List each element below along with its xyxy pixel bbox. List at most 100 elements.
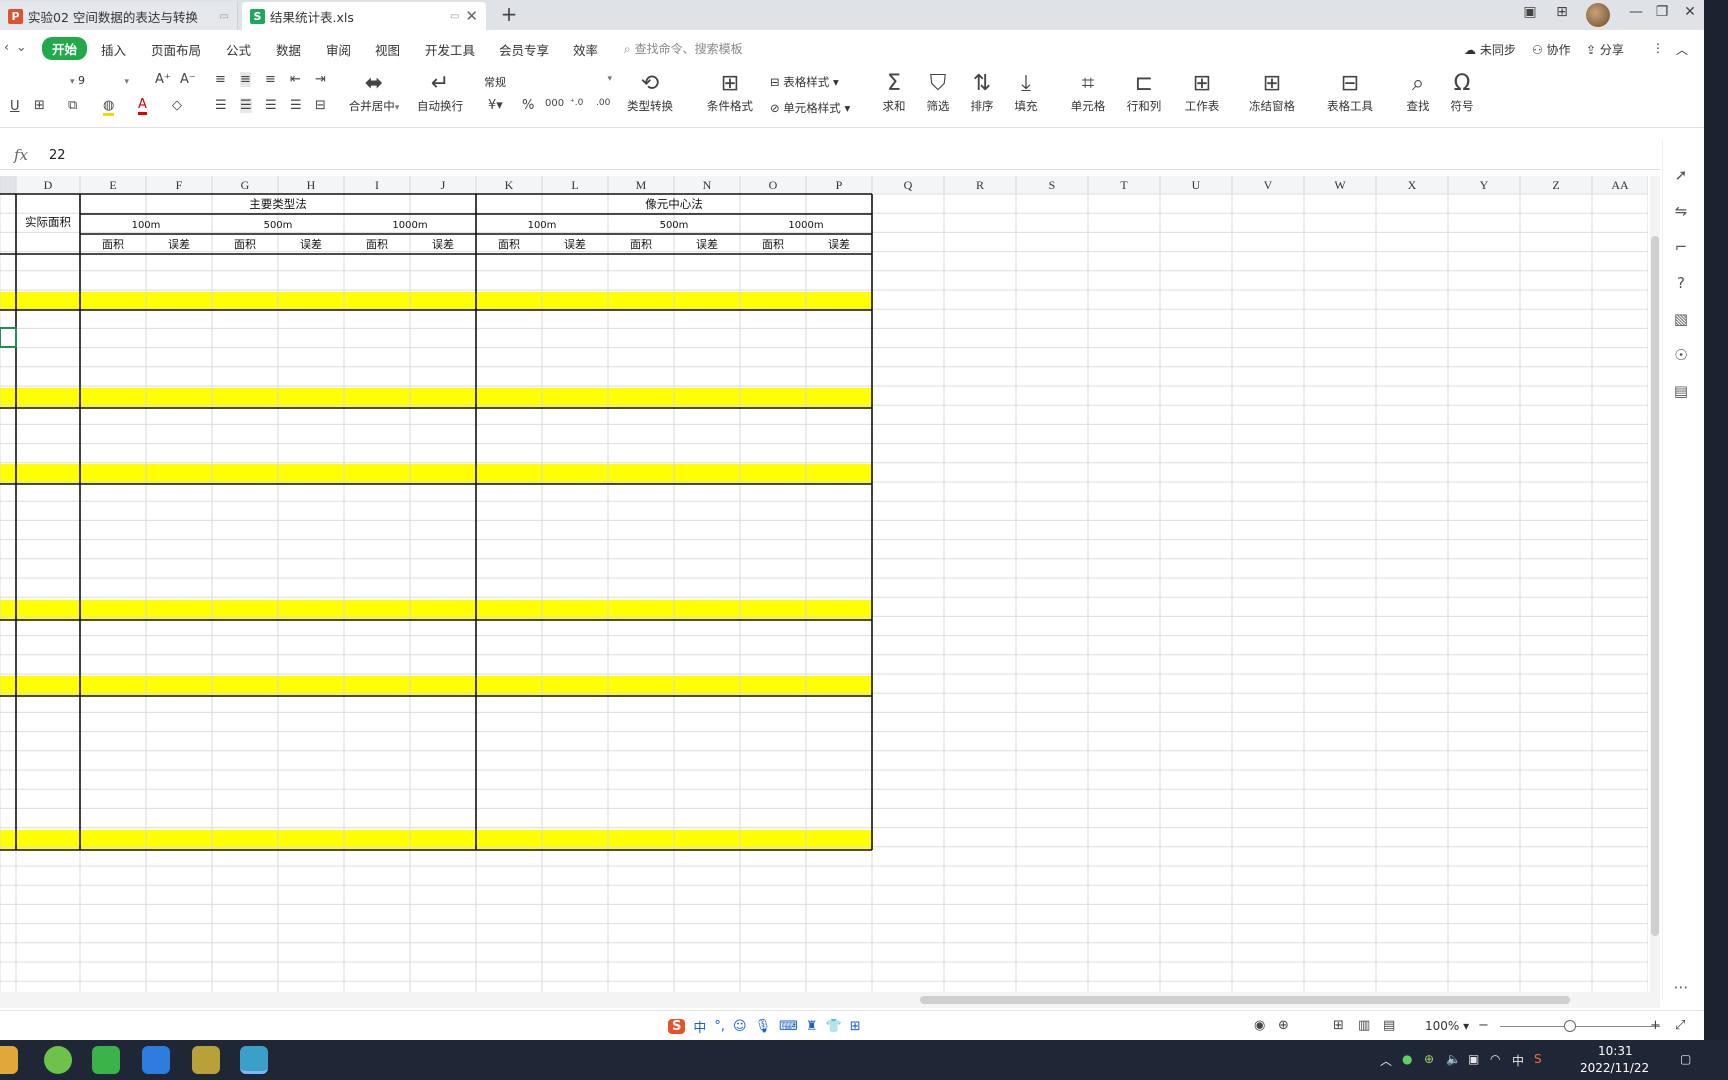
justify-icon[interactable]: ☰ [290, 98, 302, 113]
align-bottom-icon[interactable]: ≡ [265, 72, 276, 87]
horizontal-scrollbar[interactable] [0, 992, 1660, 1008]
align-middle-icon[interactable]: ≡ [240, 72, 251, 87]
fill-color-icon[interactable]: ◍ [103, 98, 115, 116]
tab-presentation[interactable]: P 实验02 空间数据的表达与转换 ▭ [0, 2, 238, 30]
collab-button[interactable]: ⚇ 协作 [1532, 41, 1571, 58]
indent-decrease-icon[interactable]: ⇤ [290, 72, 301, 87]
cell-button[interactable]: ⌗ 单元格 [1058, 70, 1118, 114]
menu-member[interactable]: 会员专享 [499, 40, 549, 59]
image-icon[interactable]: ▧ [1671, 310, 1691, 328]
gis-app-icon[interactable] [192, 1046, 220, 1074]
toolbox-icon[interactable]: ⊞ [850, 1019, 861, 1034]
command-search[interactable]: ⌕ 查找命令、搜索模板 [624, 40, 743, 57]
sheet-grid[interactable]: D E F G H I J K L M N O P Q R S T U V W X Y Z AA 主要类型法 像元中心法 实际面积 1… [0, 176, 1648, 992]
help-icon[interactable]: ? [1671, 274, 1691, 292]
increase-font-icon[interactable]: A⁺ [155, 72, 171, 87]
page-layout-view-icon[interactable]: ▥ [1358, 1018, 1370, 1033]
book-icon[interactable]: ▤ [1671, 382, 1691, 400]
tray-expand-icon[interactable]: ︿ [1380, 1052, 1392, 1069]
menu-formula[interactable]: 公式 [226, 40, 251, 59]
table-tools-button[interactable]: ⊟ 表格工具 [1320, 70, 1380, 114]
table-style-button[interactable]: ⊟ 表格样式 ▾ [770, 74, 839, 90]
chevron-down-icon[interactable]: ⌄ [16, 39, 26, 54]
fullscreen-icon[interactable]: ⤢ [1675, 1018, 1685, 1033]
conditional-format-button[interactable]: ⊞ 条件格式 [700, 70, 760, 114]
ime-toolbar[interactable]: S 中 °, ☺ 🎙 ⌨ ♜ 👕 ⊞ [668, 1014, 861, 1038]
thousands-icon[interactable]: 000 [545, 98, 564, 109]
tab-spreadsheet[interactable]: S 结果统计表.xls ▭ ✕ [242, 2, 486, 30]
menu-page-layout[interactable]: 页面布局 [151, 40, 201, 59]
menu-data[interactable]: 数据 [276, 40, 301, 59]
cell-fill-icon[interactable]: ⧉ [68, 98, 77, 113]
clear-format-icon[interactable]: ◇ [172, 98, 182, 113]
zoom-in-icon[interactable]: + [1650, 1018, 1661, 1033]
keyboard-icon[interactable]: ⌨ [779, 1019, 798, 1034]
emoji-icon[interactable]: ☺ [733, 1019, 747, 1034]
microphone-icon[interactable]: 🎙 [755, 1019, 772, 1034]
grid-canvas[interactable]: D E F G H I J K L M N O P Q R S T U V W X Y Z AA 主要类型法 像元中心法实际面积 1… [0, 176, 1648, 992]
minimize-icon[interactable]: — [1624, 4, 1648, 20]
distributed-icon[interactable]: ⊟ [315, 98, 326, 113]
wechat-icon[interactable] [92, 1046, 120, 1074]
fx-icon[interactable]: fx [14, 146, 28, 164]
volume-icon[interactable]: 🔈 [1446, 1052, 1461, 1066]
menu-insert[interactable]: 插入 [101, 40, 126, 59]
zoom-slider[interactable] [1500, 1026, 1660, 1027]
meeting-app-icon[interactable] [142, 1046, 170, 1074]
cell-style-button[interactable]: ⊘ 单元格样式 ▾ [770, 100, 850, 116]
arrow-left-icon[interactable]: ‹ [4, 39, 9, 54]
decrease-font-icon[interactable]: A⁻ [180, 72, 196, 87]
clock-date[interactable]: 2022/11/22 [1580, 1061, 1649, 1075]
search-app-icon[interactable] [240, 1046, 268, 1074]
underline-icon[interactable]: U [10, 99, 20, 114]
border-icon[interactable]: ⊞ [34, 98, 45, 113]
menu-efficiency[interactable]: 效率 [573, 40, 598, 59]
pin-icon[interactable]: ▭ [220, 11, 229, 22]
decrease-decimal-icon[interactable]: .00 [596, 98, 610, 108]
zoom-level[interactable]: 100% ▾ [1425, 1019, 1469, 1033]
type-convert-button[interactable]: ⟲ 类型转换 [620, 70, 680, 114]
freeze-panes-button[interactable]: ⊞ 冻结窗格 [1242, 70, 1302, 114]
app-tray-icon[interactable]: ▣ [1468, 1052, 1479, 1066]
ime-mode[interactable]: 中 [693, 1017, 706, 1036]
align-left-icon[interactable]: ☰ [215, 98, 227, 113]
align-right-icon[interactable]: ☰ [265, 98, 277, 113]
close-icon[interactable]: ✕ [465, 7, 478, 25]
number-format-select[interactable]: 常规 ▾ [484, 74, 616, 92]
increase-decimal-icon[interactable]: ⁺.0 [570, 98, 583, 108]
worksheet-button[interactable]: ⊞ 工作表 [1172, 70, 1232, 114]
scroll-thumb[interactable] [920, 996, 1570, 1004]
punctuation-icon[interactable]: °, [714, 1019, 725, 1034]
wrap-text-button[interactable]: ↵ 自动换行 [410, 70, 470, 114]
format-icon[interactable]: ⌐ [1671, 238, 1691, 256]
input-lang-indicator[interactable]: 中 [1512, 1052, 1524, 1069]
formula-input[interactable]: 22 [49, 148, 66, 163]
collapse-ribbon-icon[interactable]: ︿ [1676, 41, 1688, 58]
zoom-out-icon[interactable]: − [1478, 1018, 1489, 1033]
scroll-thumb[interactable] [1651, 236, 1659, 936]
font-size-select[interactable]: ▾ 9 ▾ [70, 74, 146, 92]
share-button[interactable]: ⇪ 分享 [1586, 41, 1624, 58]
more-icon[interactable]: ⋯ [1671, 978, 1691, 996]
adjust-icon[interactable]: ⇋ [1671, 202, 1691, 220]
page-break-view-icon[interactable]: ▤ [1383, 1018, 1395, 1033]
avatar[interactable] [1586, 3, 1610, 27]
globe-icon[interactable]: ⊕ [1278, 1018, 1289, 1033]
font-color-icon[interactable]: A [138, 97, 147, 115]
more-icon[interactable]: ⋮ [1652, 41, 1664, 55]
vertical-scrollbar[interactable] [1650, 176, 1660, 992]
percent-icon[interactable]: % [522, 98, 534, 113]
zoom-knob[interactable] [1564, 1020, 1576, 1032]
close-window-icon[interactable]: ✕ [1678, 4, 1702, 20]
browser-icon[interactable] [44, 1046, 72, 1074]
clock-time[interactable]: 10:31 [1598, 1044, 1633, 1058]
symbol-button[interactable]: Ω 符号 [1432, 70, 1492, 114]
merge-center-button[interactable]: ⬌ 合并居中▾ [344, 70, 404, 114]
green-tray-icon[interactable]: ⊕ [1424, 1052, 1434, 1066]
row-col-button[interactable]: ⊏ 行和列 [1114, 70, 1174, 114]
menu-review[interactable]: 审阅 [326, 40, 351, 59]
layout-icon[interactable]: ▣ [1518, 4, 1542, 20]
sync-status[interactable]: ☁ 未同步 [1464, 41, 1516, 58]
wechat-tray-icon[interactable]: ● [1402, 1052, 1412, 1066]
new-tab-button[interactable]: + [498, 2, 520, 26]
